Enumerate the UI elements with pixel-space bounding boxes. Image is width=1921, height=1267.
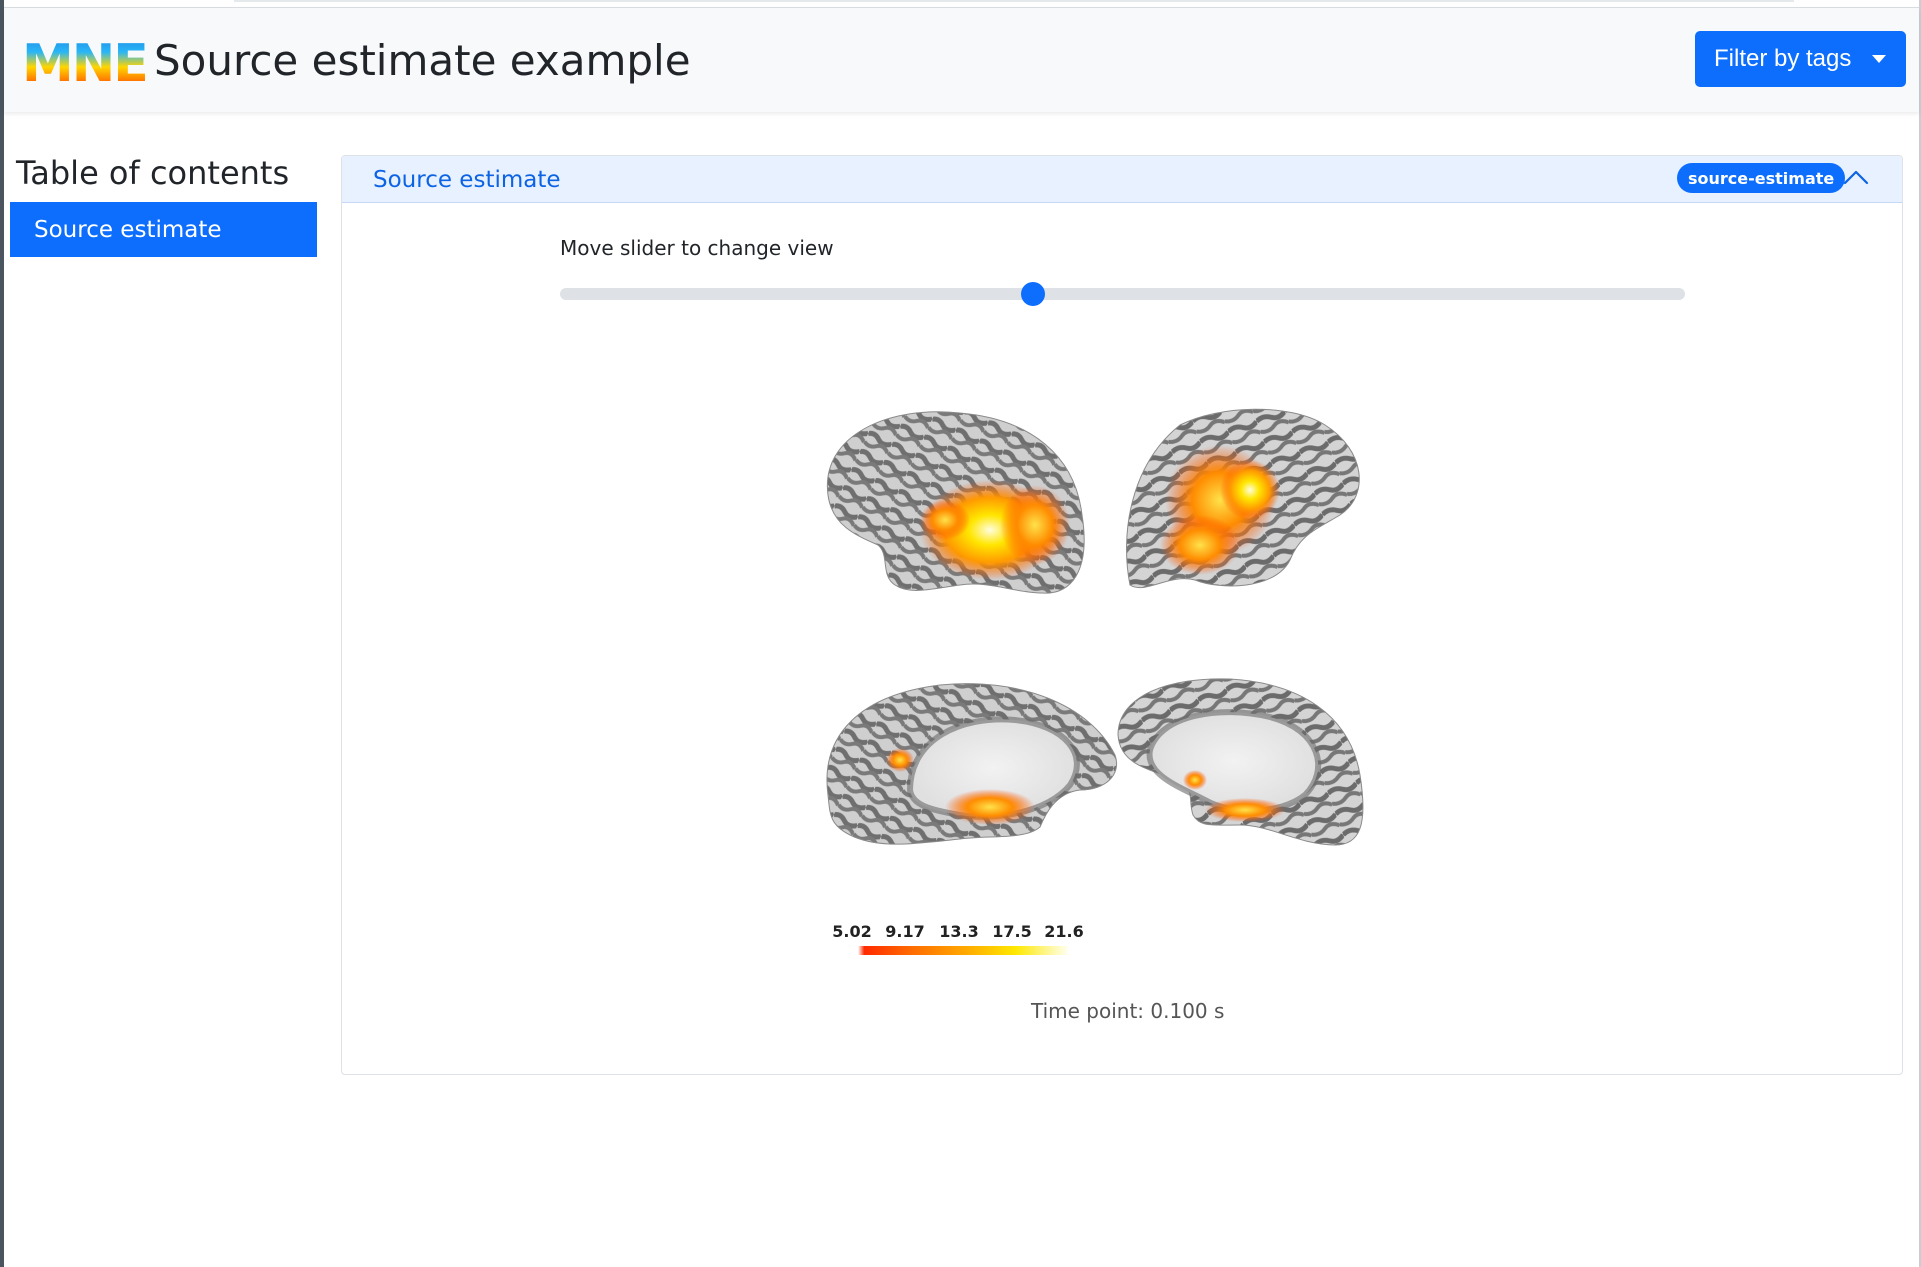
slider-label: Move slider to change view — [560, 236, 834, 260]
tag-badge[interactable]: source-estimate — [1677, 163, 1846, 193]
filter-by-tags-button[interactable]: Filter by tags — [1695, 31, 1906, 87]
toc-title: Table of contents — [16, 154, 290, 192]
svg-text:MNE: MNE — [22, 38, 147, 88]
time-point-label: Time point: 0.100 s — [1031, 999, 1225, 1023]
filter-by-tags-label: Filter by tags — [1714, 45, 1852, 72]
colorbar — [858, 946, 1068, 955]
section-title: Source estimate — [373, 167, 561, 193]
window-top-strip — [4, 0, 1919, 8]
page-title: Source estimate example — [154, 36, 691, 85]
navbar: MNE Source estimate example Filter by ta… — [4, 8, 1919, 112]
colorbar-tick: 9.17 — [885, 922, 925, 941]
colorbar-tick: 17.5 — [992, 922, 1032, 941]
toc-item-source-estimate[interactable]: Source estimate — [10, 202, 317, 257]
toc-item-label: Source estimate — [34, 216, 222, 243]
chevron-up-icon[interactable] — [1842, 166, 1870, 190]
window-left-edge — [0, 0, 4, 1267]
left-medial-view — [826, 683, 1117, 845]
colorbar-tick: 21.6 — [1044, 922, 1084, 941]
caret-down-icon — [1872, 55, 1886, 63]
slider-thumb[interactable] — [1020, 282, 1045, 306]
section-header[interactable]: Source estimate source-estimate — [342, 156, 1902, 203]
right-medial-view — [1117, 678, 1364, 846]
mne-logo: MNE — [22, 38, 148, 88]
left-lateral-view — [826, 411, 1085, 594]
view-slider[interactable] — [560, 282, 1685, 306]
colorbar-tick: 5.02 — [832, 922, 872, 941]
right-lateral-view — [1126, 408, 1360, 589]
colorbar-tick: 13.3 — [939, 922, 979, 941]
brain-source-estimate-figure — [826, 408, 1364, 846]
